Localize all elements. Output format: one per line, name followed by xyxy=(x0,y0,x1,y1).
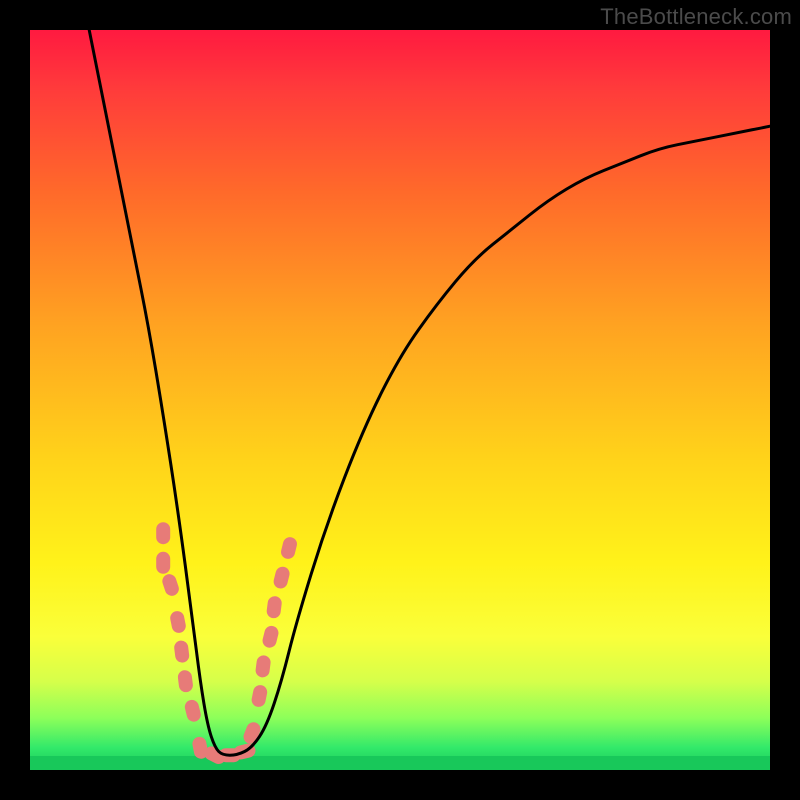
markers-group xyxy=(156,522,298,766)
watermark-text: TheBottleneck.com xyxy=(600,4,792,30)
curve-marker xyxy=(266,595,283,619)
curve-marker xyxy=(173,640,190,664)
curve-marker xyxy=(169,610,187,634)
curve-marker xyxy=(255,655,272,679)
curve-marker xyxy=(250,684,268,708)
curve-marker xyxy=(272,565,291,590)
curve-layer xyxy=(30,30,770,770)
curve-marker xyxy=(241,720,262,746)
bottleneck-curve xyxy=(89,30,770,755)
curve-marker xyxy=(156,552,170,574)
outer-frame: TheBottleneck.com xyxy=(0,0,800,800)
plot-area xyxy=(30,30,770,770)
curve-marker xyxy=(183,698,202,723)
curve-marker xyxy=(261,624,280,649)
curve-marker xyxy=(156,522,170,544)
curve-marker xyxy=(160,572,180,597)
curve-marker xyxy=(280,536,299,561)
curve-marker xyxy=(177,669,194,693)
